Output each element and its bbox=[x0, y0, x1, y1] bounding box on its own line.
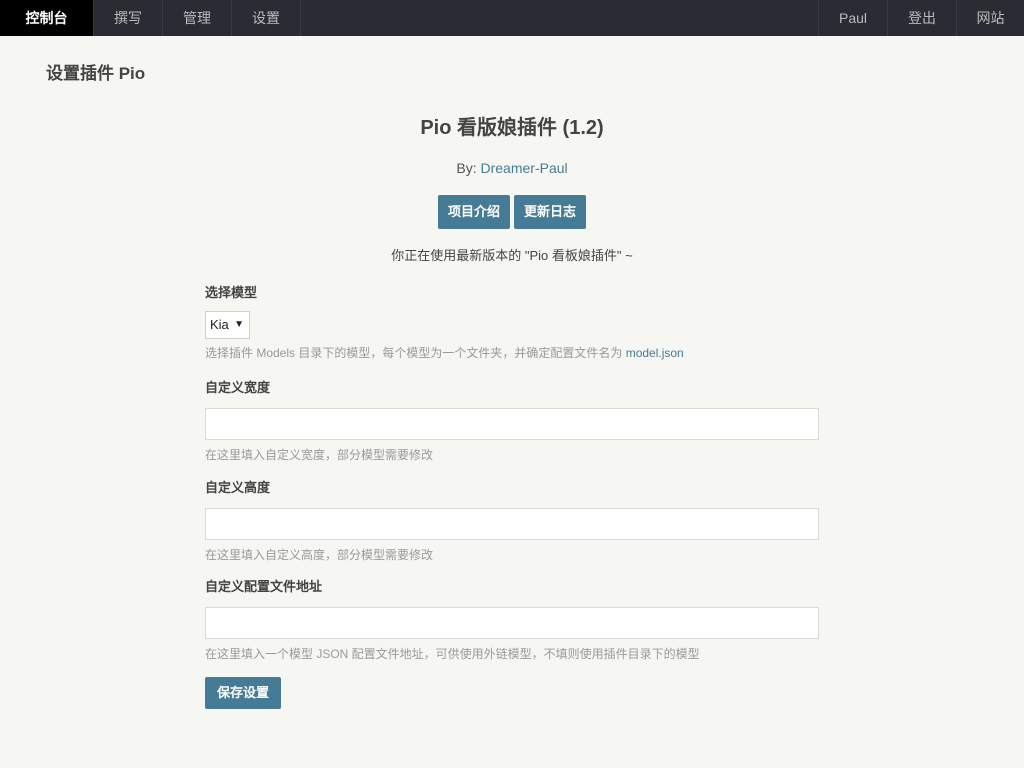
nav-right-group: Paul 登出 网站 bbox=[818, 0, 1024, 36]
nav-left-group: 控制台 撰写 管理 设置 bbox=[0, 0, 301, 36]
height-label: 自定义高度 bbox=[205, 480, 271, 495]
plugin-byline: By: Dreamer-Paul bbox=[0, 159, 1024, 177]
plugin-button-row: 项目介绍 更新日志 bbox=[0, 195, 1024, 229]
config-url-input[interactable] bbox=[205, 607, 819, 639]
model-label: 选择模型 bbox=[205, 285, 258, 300]
model-select-value: Kia bbox=[210, 317, 229, 332]
model-filename-code: model.json bbox=[625, 346, 684, 360]
width-description: 在这里填入自定义宽度，部分模型需要修改 bbox=[205, 448, 434, 462]
config-url-field: 自定义配置文件地址 在这里填入一个模型 JSON 配置文件地址，可供使用外链模型… bbox=[205, 577, 819, 664]
config-url-description: 在这里填入一个模型 JSON 配置文件地址，可供使用外链模型，不填则使用插件目录… bbox=[205, 647, 700, 661]
nav-item-write[interactable]: 撰写 bbox=[94, 0, 163, 36]
model-description-text: 选择插件 Models 目录下的模型，每个模型为一个文件夹，并确定配置文件名为 bbox=[205, 346, 626, 360]
version-notice: 你正在使用最新版本的 "Pio 看板娘插件" ~ bbox=[391, 248, 633, 263]
nav-item-settings[interactable]: 设置 bbox=[232, 0, 301, 36]
height-input[interactable] bbox=[205, 508, 819, 540]
nav-item-user[interactable]: Paul bbox=[818, 0, 887, 36]
nav-item-site[interactable]: 网站 bbox=[956, 0, 1024, 36]
top-navbar: 控制台 撰写 管理 设置 Paul 登出 网站 bbox=[0, 0, 1024, 36]
chevron-down-icon: ▼ bbox=[234, 319, 244, 330]
byline-prefix: By: bbox=[456, 160, 481, 176]
width-field: 自定义宽度 在这里填入自定义宽度，部分模型需要修改 bbox=[205, 378, 819, 465]
model-description: 选择插件 Models 目录下的模型，每个模型为一个文件夹，并确定配置文件名为 … bbox=[205, 344, 819, 362]
width-label: 自定义宽度 bbox=[205, 380, 271, 395]
save-settings-button[interactable]: 保存设置 bbox=[205, 677, 282, 709]
model-field: 选择模型 Kia ▼ 选择插件 Models 目录下的模型，每个模型为一个文件夹… bbox=[205, 283, 819, 365]
author-link[interactable]: Dreamer-Paul bbox=[480, 160, 567, 176]
nav-item-logout[interactable]: 登出 bbox=[887, 0, 956, 36]
config-url-label: 自定义配置文件地址 bbox=[205, 579, 323, 594]
plugin-title: Pio 看版娘插件 (1.2) bbox=[420, 117, 604, 139]
height-description: 在这里填入自定义高度，部分模型需要修改 bbox=[205, 548, 434, 562]
width-input[interactable] bbox=[205, 408, 819, 440]
settings-form: 选择模型 Kia ▼ 选择插件 Models 目录下的模型，每个模型为一个文件夹… bbox=[205, 283, 819, 664]
changelog-button[interactable]: 更新日志 bbox=[514, 195, 587, 229]
height-field: 自定义高度 在这里填入自定义高度，部分模型需要修改 bbox=[205, 478, 819, 565]
nav-item-manage[interactable]: 管理 bbox=[163, 0, 232, 36]
nav-item-dashboard[interactable]: 控制台 bbox=[0, 0, 94, 36]
page-title: 设置插件 Pio bbox=[46, 64, 146, 83]
project-intro-button[interactable]: 项目介绍 bbox=[437, 195, 510, 229]
model-select[interactable]: Kia ▼ bbox=[205, 311, 250, 339]
